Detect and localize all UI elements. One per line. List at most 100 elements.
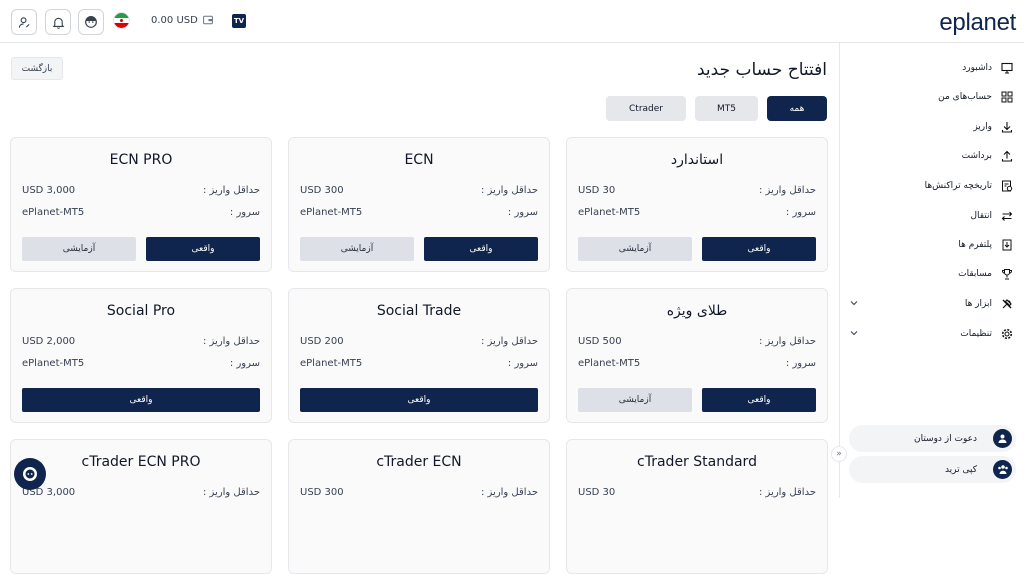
sidebar-item-my-accounts[interactable]: حساب‌های من [849, 87, 1014, 107]
top-bar: 0.00 USD TV eplanet [0, 0, 1024, 43]
real-account-button[interactable]: واقعی [702, 388, 816, 412]
wallet-icon[interactable] [203, 15, 213, 25]
chat-support-icon [23, 467, 37, 481]
account-card-ecn-pro: ECN PRO USD 3,000 حداقل واریز : ePlanet-M… [10, 137, 272, 272]
filter-all[interactable]: همه [767, 96, 827, 121]
download-icon [1000, 120, 1014, 134]
real-account-button[interactable]: واقعی [146, 237, 260, 261]
page-title: افتتاح حساب جدید [696, 60, 827, 80]
account-card-ctrader-ecn: cTrader ECN USD 300 حداقل واریز : [288, 439, 550, 574]
filter-mt5[interactable]: MT5 [695, 96, 758, 121]
invite-friends-button[interactable]: دعوت از دوستان [849, 425, 1016, 452]
profile-button[interactable] [11, 9, 37, 35]
real-account-button[interactable]: واقعی [300, 388, 538, 412]
account-card-standard: استاندارد USD 30 حداقل واریز : ePlanet-MT… [566, 137, 828, 272]
chevron-down-icon [850, 301, 858, 306]
account-card-social-pro: Social Pro USD 2,000 حداقل واریز : ePlane… [10, 288, 272, 423]
sidebar-item-transfer[interactable]: انتقال [849, 206, 1014, 226]
account-card-special-gold: طلای ویژه USD 500 حداقل واریز : ePlanet-M… [566, 288, 828, 423]
collapse-sidebar-button[interactable]: » [831, 446, 847, 462]
sidebar-item-competitions[interactable]: مسابقات [849, 264, 1014, 284]
chevron-down-icon [850, 331, 858, 336]
server-label: سرور : [785, 358, 816, 369]
account-card-ecn: ECN USD 300 حداقل واریز : ePlanet-MT5 سرور… [288, 137, 550, 272]
server-label: سرور : [785, 207, 816, 218]
sidebar-item-transactions[interactable]: تاریخچه تراکنش‌ها [849, 176, 1014, 196]
history-icon [1000, 179, 1014, 193]
card-title: ECN [404, 152, 434, 168]
server-label: سرور : [229, 207, 260, 218]
min-deposit-label: حداقل واریز : [480, 487, 538, 498]
min-deposit-label: حداقل واریز : [758, 185, 816, 196]
demo-account-button[interactable]: آزمایشی [578, 388, 692, 412]
face-icon [85, 16, 97, 28]
card-title: استاندارد [670, 152, 724, 168]
min-deposit-value: USD 30 [578, 487, 616, 498]
tv-icon[interactable]: TV [232, 14, 246, 28]
sidebar-item-settings[interactable]: تنظیمات [849, 324, 1014, 344]
filter-ctrader[interactable]: Ctrader [606, 96, 686, 121]
account-card-ctrader-ecn-pro: cTrader ECN PRO USD 3,000 حداقل واریز : [10, 439, 272, 574]
server-value: ePlanet-MT5 [300, 358, 363, 369]
card-title: cTrader ECN PRO [81, 454, 201, 470]
sidebar: » داشبورد حساب‌های من واریز برداشت تاریخ… [831, 43, 1024, 498]
grid-icon [1000, 90, 1014, 104]
min-deposit-value: USD 300 [300, 487, 344, 498]
server-value: ePlanet-MT5 [22, 207, 85, 218]
sidebar-item-deposit[interactable]: واریز [849, 117, 1014, 137]
min-deposit-value: USD 3,000 [22, 185, 76, 196]
min-deposit-label: حداقل واریز : [202, 487, 260, 498]
server-label: سرور : [507, 358, 538, 369]
min-deposit-label: حداقل واریز : [202, 185, 260, 196]
server-value: ePlanet-MT5 [22, 358, 85, 369]
sidebar-item-dashboard[interactable]: داشبورد [849, 58, 1014, 78]
notifications-button[interactable] [45, 9, 71, 35]
min-deposit-label: حداقل واریز : [758, 487, 816, 498]
transfer-icon [1000, 209, 1014, 223]
min-deposit-value: USD 300 [300, 185, 344, 196]
demo-account-button[interactable]: آزمایشی [300, 237, 414, 261]
card-title: cTrader ECN [376, 454, 462, 470]
wallet-balance: 0.00 USD [151, 15, 198, 26]
min-deposit-value: USD 30 [578, 185, 616, 196]
card-title: cTrader Standard [637, 454, 757, 470]
platform-icon [1000, 238, 1014, 252]
copy-trade-button[interactable]: کپی ترید [849, 456, 1016, 483]
min-deposit-label: حداقل واریز : [758, 336, 816, 347]
double-chevron-icon: » [836, 449, 842, 459]
real-account-button[interactable]: واقعی [22, 388, 260, 412]
eplanet-logo[interactable]: eplanet [939, 9, 1016, 37]
upload-icon [1000, 149, 1014, 163]
min-deposit-value: USD 200 [300, 336, 344, 347]
min-deposit-label: حداقل واریز : [480, 185, 538, 196]
sidebar-item-tools[interactable]: ابزار ها [849, 294, 1014, 314]
user-edit-icon [18, 16, 30, 28]
demo-account-button[interactable]: آزمایشی [578, 237, 692, 261]
trophy-icon [1000, 267, 1014, 281]
gear-icon [1000, 327, 1014, 341]
server-value: ePlanet-MT5 [578, 207, 641, 218]
min-deposit-value: USD 2,000 [22, 336, 76, 347]
live-support-button[interactable] [14, 458, 46, 490]
card-title: Social Trade [376, 303, 462, 319]
sidebar-item-platforms[interactable]: پلتفرم ها [849, 235, 1014, 255]
tools-icon [1000, 297, 1014, 311]
group-icon [993, 460, 1012, 479]
server-value: ePlanet-MT5 [300, 207, 363, 218]
demo-account-button[interactable]: آزمایشی [22, 237, 136, 261]
bell-icon [52, 17, 64, 29]
min-deposit-label: حداقل واریز : [480, 336, 538, 347]
server-label: سرور : [507, 207, 538, 218]
server-label: سرور : [229, 358, 260, 369]
min-deposit-value: USD 500 [578, 336, 622, 347]
min-deposit-label: حداقل واریز : [202, 336, 260, 347]
real-account-button[interactable]: واقعی [424, 237, 538, 261]
real-account-button[interactable]: واقعی [702, 237, 816, 261]
card-title: طلای ویژه [666, 303, 728, 319]
support-agent-button[interactable] [78, 9, 104, 35]
card-title: Social Pro [106, 303, 176, 319]
monitor-icon [1000, 61, 1014, 75]
language-flag-icon[interactable] [113, 12, 130, 29]
back-button[interactable]: بازگشت [11, 57, 63, 80]
sidebar-item-withdraw[interactable]: برداشت [849, 146, 1014, 166]
